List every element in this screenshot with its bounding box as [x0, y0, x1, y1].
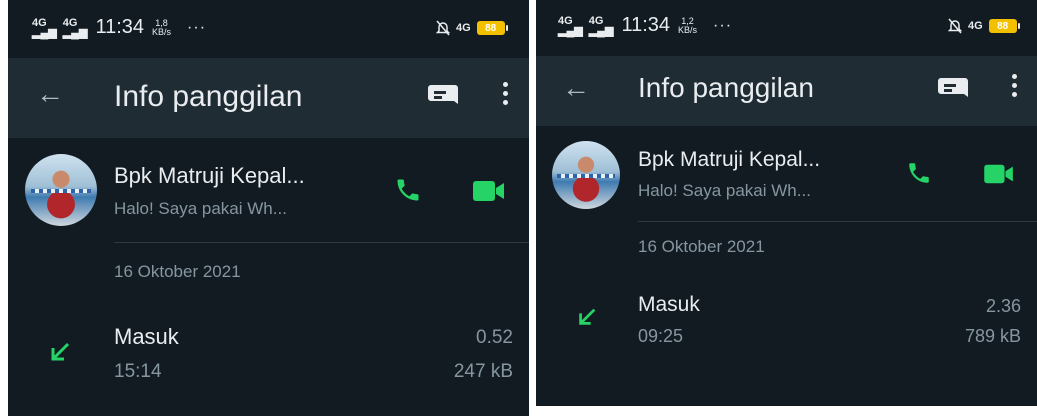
more-vert-icon[interactable] — [1010, 74, 1018, 101]
page-title: Info panggilan — [638, 72, 814, 103]
call-data-size: 789 kB — [964, 326, 1021, 346]
call-date: 16 Oktober 2021 — [114, 262, 241, 281]
message-icon[interactable] — [938, 78, 968, 100]
battery-indicator: 88 — [476, 21, 508, 35]
contact-name[interactable]: Bpk Matruji Kepal... — [114, 163, 305, 189]
call-type: Masuk — [638, 293, 700, 316]
phone-icon[interactable] — [394, 176, 422, 204]
incoming-arrow-icon — [51, 342, 70, 361]
app-bar: ← Info panggilan — [8, 58, 529, 138]
status-time: 11:34 — [621, 14, 671, 36]
screen-left: 4G ▂▄▆ 4G ▂▄▆ 11:34 1,8 KB/s ··· 4G 88 ← In… — [8, 0, 529, 416]
message-icon[interactable] — [428, 85, 458, 107]
status-bar: 4G ▂▄▆ 4G ▂▄▆ 11:34 1,2 KB/s ··· 4G 88 — [536, 0, 1037, 56]
app-bar: ← Info panggilan — [536, 56, 1037, 126]
more-vert-icon[interactable] — [501, 82, 509, 109]
call-duration: 2.36 — [985, 296, 1021, 316]
call-type: Masuk — [114, 324, 179, 349]
call-time: 09:25 — [638, 326, 684, 346]
signal-indicator-2: 4G ▂▄▆ — [62, 16, 88, 39]
call-data-size: 247 kB — [453, 361, 513, 382]
status-more: ··· — [713, 16, 733, 34]
page-title: Info panggilan — [114, 80, 303, 113]
mute-icon — [436, 20, 450, 36]
call-date: 16 Oktober 2021 — [638, 237, 765, 256]
network-indicator: 4G — [456, 22, 471, 34]
call-duration: 0.52 — [476, 327, 513, 348]
arrow-left-icon[interactable]: ← — [562, 72, 590, 104]
signal-indicator-2: 4G ▂▄▆ — [588, 14, 614, 37]
status-more: ··· — [187, 18, 207, 36]
call-time: 15:14 — [114, 361, 162, 382]
contact-avatar[interactable] — [552, 141, 620, 209]
battery-indicator: 88 — [988, 19, 1020, 33]
phone-icon[interactable] — [906, 160, 932, 186]
status-time: 11:34 — [95, 16, 145, 38]
signal-indicator-1: 4G ▂▄▆ — [32, 16, 57, 39]
network-speed: 1,2 KB/s — [678, 15, 698, 35]
arrow-left-icon[interactable]: ← — [36, 78, 64, 110]
section-divider — [114, 242, 529, 243]
network-indicator: 4G — [968, 20, 983, 32]
mute-icon — [948, 18, 962, 34]
signal-indicator-1: 4G ▂▄▆ — [558, 14, 583, 37]
screen-right: 4G ▂▄▆ 4G ▂▄▆ 11:34 1,2 KB/s ··· 4G 88 ← In… — [536, 0, 1037, 406]
status-bar: 4G ▂▄▆ 4G ▂▄▆ 11:34 1,8 KB/s ··· 4G 88 — [8, 0, 529, 58]
contact-status: Halo! Saya pakai Wh... — [638, 181, 811, 200]
section-divider — [638, 221, 1037, 222]
network-speed: 1,8 KB/s — [152, 17, 172, 37]
contact-status: Halo! Saya pakai Wh... — [114, 199, 287, 218]
contact-avatar[interactable] — [25, 154, 97, 226]
incoming-arrow-icon — [579, 308, 596, 325]
video-icon[interactable] — [473, 178, 505, 204]
video-icon[interactable] — [984, 162, 1014, 186]
contact-name[interactable]: Bpk Matruji Kepal... — [638, 148, 820, 172]
